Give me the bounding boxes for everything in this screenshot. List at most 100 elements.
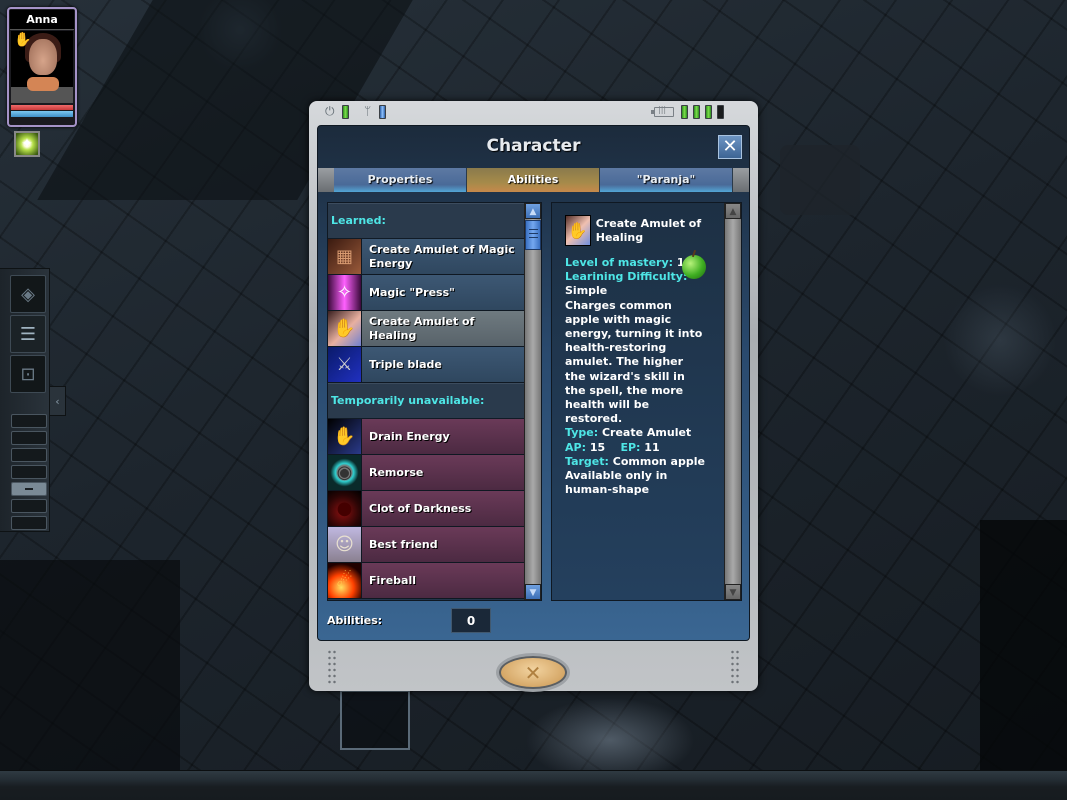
ability-row-selected[interactable]: ✋ Create Amulet of Healing: [328, 311, 524, 347]
battery-segment: [681, 105, 688, 119]
scroll-up-icon[interactable]: ▲: [725, 203, 741, 219]
chocolate-bar-icon: ▦: [328, 239, 362, 274]
quick-slot[interactable]: [11, 448, 47, 462]
scroll-down-icon[interactable]: ▼: [725, 584, 741, 600]
abilities-points-value: 0: [451, 608, 491, 633]
tab-bar: Properties Abilities "Paranja": [318, 168, 749, 192]
ep-label: EP:: [620, 440, 641, 454]
scroll-thumb[interactable]: [525, 220, 541, 250]
healing-hand-icon: ✋: [328, 311, 362, 346]
ep-value: 11: [644, 440, 660, 454]
remorse-orb-icon: ◉: [328, 455, 362, 490]
ability-label: Best friend: [362, 527, 524, 562]
type-label: Type:: [565, 426, 599, 440]
ability-row[interactable]: ☄ Fireball: [328, 563, 524, 599]
hand-icon: ✋: [14, 32, 32, 48]
scene-table: [780, 145, 860, 215]
detail-title: Create Amulet of Healing: [595, 217, 702, 244]
cost-line: AP: 15 EP: 11: [565, 441, 724, 455]
scroll-up-icon[interactable]: ▲: [525, 203, 541, 219]
close-button[interactable]: ✕: [718, 135, 742, 159]
mana-bar: [11, 111, 73, 117]
rivets-left: [327, 649, 337, 685]
abilities-scrollbar[interactable]: ▲ ▼: [524, 203, 541, 600]
battery-segment: [693, 105, 700, 119]
cancel-button[interactable]: ✕: [499, 656, 567, 689]
ability-row[interactable]: ☺ Best friend: [328, 527, 524, 563]
light-burst-icon[interactable]: ✦: [14, 131, 40, 157]
quick-slot[interactable]: [11, 499, 47, 513]
ability-row[interactable]: ✧ Magic "Press": [328, 275, 524, 311]
ability-description: Charges common apple with magic energy, …: [565, 298, 703, 426]
ability-label: Create Amulet of Magic Energy: [362, 239, 524, 274]
abilities-list-body: Learned: ▦ Create Amulet of Magic Energy…: [328, 203, 524, 600]
battery-icon: [651, 105, 674, 117]
character-name: Anna: [10, 10, 74, 30]
battery-segment: [705, 105, 712, 119]
dialog-title: Character: [486, 136, 581, 156]
quick-slot[interactable]: [11, 431, 47, 445]
ability-label: Triple blade: [362, 347, 524, 382]
scene-wall-left: [0, 560, 180, 770]
ability-label: Drain Energy: [362, 419, 524, 454]
detail-scrollbar[interactable]: ▲ ▼: [724, 203, 741, 600]
scene-wall-right: [980, 520, 1067, 770]
ap-label: AP:: [565, 440, 586, 454]
difficulty-value: Simple: [565, 284, 608, 298]
healing-hand-icon: ✋: [565, 215, 591, 246]
rivets-right: [730, 649, 740, 685]
target-value: Common apple: [612, 454, 705, 468]
learned-section-header: Learned:: [328, 203, 524, 239]
ability-row[interactable]: ◉ Remorse: [328, 455, 524, 491]
dialog-content: Character ✕ Properties Abilities "Paranj…: [317, 125, 750, 641]
quick-slot-active[interactable]: [11, 482, 47, 496]
tab-abilities[interactable]: Abilities: [467, 168, 600, 192]
portrait-head: [29, 39, 57, 75]
magic-press-icon: ✧: [328, 275, 362, 310]
power-led: [342, 105, 349, 119]
battery-segment: [717, 105, 724, 119]
antenna-icon: ᛘ: [364, 104, 372, 118]
scroll-down-icon[interactable]: ▼: [525, 584, 541, 600]
ap-value: 15: [589, 440, 606, 454]
apple-icon: [682, 255, 706, 279]
tab-properties[interactable]: Properties: [334, 168, 467, 192]
ability-row[interactable]: ✋ Drain Energy: [328, 419, 524, 455]
target-label: Target:: [565, 454, 609, 468]
ability-label: Magic "Press": [362, 275, 524, 310]
abilities-list: Learned: ▦ Create Amulet of Magic Energy…: [327, 202, 542, 601]
signal-led: [379, 105, 386, 119]
ability-detail-panel: ✋ Create Amulet of Healing Level of mast…: [551, 202, 742, 601]
character-dialog: ⏻ ᛘ Character ✕ Properties Abilities "Pa…: [309, 101, 758, 691]
ability-label: Remorse: [362, 455, 524, 490]
scene-poster: [340, 690, 410, 750]
quick-slot[interactable]: [11, 465, 47, 479]
quick-slot[interactable]: [11, 516, 47, 530]
mastery-label: Level of mastery:: [565, 256, 674, 269]
character-face: ✋: [11, 31, 73, 103]
ability-row[interactable]: ● Clot of Darkness: [328, 491, 524, 527]
dark-clot-icon: ●: [328, 491, 362, 526]
ability-label: Fireball: [362, 563, 524, 598]
map-icon[interactable]: ⊡: [10, 355, 46, 393]
status-strip: ⏻ ᛘ: [309, 101, 758, 123]
abilities-points-label: Abilities:: [327, 614, 383, 627]
ability-row[interactable]: ▦ Create Amulet of Magic Energy: [328, 239, 524, 275]
tab-paranja[interactable]: "Paranja": [600, 168, 733, 192]
quest-log-icon[interactable]: ☰: [10, 315, 46, 353]
bottom-bar: [0, 770, 1067, 800]
side-panel-expand-tab[interactable]: ‹: [50, 386, 66, 416]
ability-label: Create Amulet of Healing: [362, 311, 524, 346]
quick-slot[interactable]: [11, 414, 47, 428]
passport-icon[interactable]: ◈: [10, 275, 46, 313]
fireball-icon: ☄: [328, 563, 362, 598]
side-panel: ◈ ☰ ⊡: [0, 268, 50, 532]
drain-hand-icon: ✋: [328, 419, 362, 454]
unavailable-section-header: Temporarily unavailable:: [328, 383, 524, 419]
availability-note: Available only in human-shape: [565, 469, 668, 497]
character-portrait[interactable]: Anna ✋: [7, 7, 77, 127]
ability-label: Clot of Darkness: [362, 491, 524, 526]
power-icon: ⏻: [325, 104, 335, 118]
stone-face-icon: ☺: [328, 527, 362, 562]
ability-row[interactable]: ⚔ Triple blade: [328, 347, 524, 383]
